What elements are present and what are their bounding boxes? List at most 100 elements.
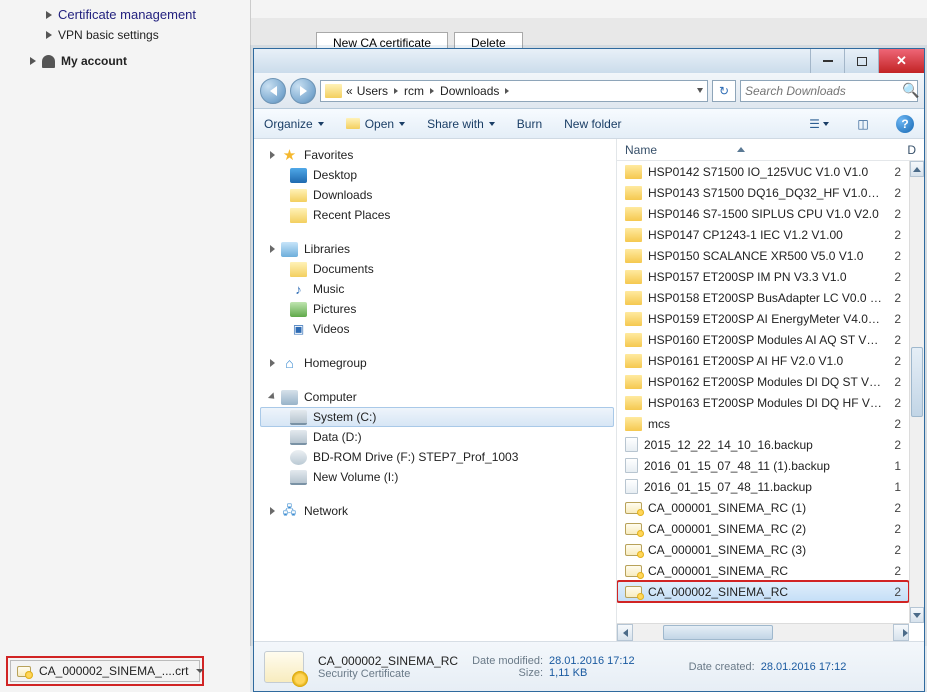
vertical-scrollbar[interactable] — [909, 161, 924, 623]
scroll-thumb[interactable] — [663, 625, 773, 640]
back-button[interactable] — [260, 78, 286, 104]
file-row[interactable]: CA_000002_SINEMA_RC2 — [617, 581, 909, 602]
file-row[interactable]: HSP0163 ET200SP Modules DI DQ HF V2....2 — [617, 392, 909, 413]
folder-icon — [625, 207, 642, 221]
file-datecol: 1 — [888, 480, 901, 494]
scroll-thumb[interactable] — [911, 347, 923, 417]
details-modified-value: 28.01.2016 17:12 — [549, 655, 635, 667]
tree-system-c[interactable]: System (C:) — [260, 407, 614, 427]
breadcrumb-segment[interactable]: Downloads — [440, 84, 499, 98]
tree-desktop[interactable]: Desktop — [260, 165, 614, 185]
file-name: CA_000001_SINEMA_RC — [648, 564, 788, 578]
breadcrumb-segment[interactable]: Users — [357, 84, 388, 98]
forward-button[interactable] — [290, 78, 316, 104]
sidebar-item-vpn[interactable]: VPN basic settings — [46, 25, 246, 45]
chevron-down-icon[interactable] — [697, 88, 703, 93]
file-row[interactable]: 2016_01_15_07_48_11.backup1 — [617, 476, 909, 497]
file-row[interactable]: HSP0162 ET200SP Modules DI DQ ST V1.1...… — [617, 371, 909, 392]
file-datecol: 2 — [888, 207, 901, 221]
taskbar-download-item[interactable]: CA_000002_SINEMA_....crt — [10, 660, 200, 682]
tree-favorites[interactable]: ★Favorites — [260, 145, 614, 165]
file-row[interactable]: HSP0143 S71500 DQ16_DQ32_HF V1.0 V1.02 — [617, 182, 909, 203]
file-datecol: 2 — [888, 186, 901, 200]
horizontal-scrollbar[interactable] — [617, 623, 909, 641]
preview-pane-button[interactable]: ◫ — [852, 114, 874, 134]
tree-videos[interactable]: ▣Videos — [260, 319, 614, 339]
tree-homegroup[interactable]: ⌂Homegroup — [260, 353, 614, 373]
file-row[interactable]: HSP0161 ET200SP AI HF V2.0 V1.02 — [617, 350, 909, 371]
close-button[interactable]: ✕ — [878, 49, 924, 73]
minimize-button[interactable] — [810, 49, 844, 73]
search-icon: 🔍 — [902, 82, 919, 99]
scroll-right-button[interactable] — [893, 624, 909, 641]
caret-right-icon — [30, 57, 36, 65]
tree-downloads[interactable]: Downloads — [260, 185, 614, 205]
tree-music[interactable]: ♪Music — [260, 279, 614, 299]
maximize-button[interactable] — [844, 49, 878, 73]
file-row[interactable]: HSP0146 S7-1500 SIPLUS CPU V1.0 V2.0 2 — [617, 203, 909, 224]
search-box[interactable]: 🔍 — [740, 80, 918, 102]
file-row[interactable]: CA_000001_SINEMA_RC (3)2 — [617, 539, 909, 560]
file-row[interactable]: HSP0159 ET200SP AI EnergyMeter V4.0 V...… — [617, 308, 909, 329]
address-breadcrumb[interactable]: « Users rcm Downloads — [320, 80, 708, 102]
column-date[interactable]: D — [907, 143, 916, 157]
organize-menu[interactable]: Organize — [264, 117, 324, 131]
tree-bdrom[interactable]: BD-ROM Drive (F:) STEP7_Prof_1003 — [260, 447, 614, 467]
certificate-icon — [264, 651, 304, 683]
folder-icon — [625, 354, 642, 368]
file-datecol: 2 — [888, 333, 901, 347]
view-options-button[interactable]: ☰ — [808, 114, 830, 134]
file-row[interactable]: 2016_01_15_07_48_11 (1).backup1 — [617, 455, 909, 476]
file-row[interactable]: CA_000001_SINEMA_RC (2)2 — [617, 518, 909, 539]
file-row[interactable]: HSP0147 CP1243-1 IEC V1.2 V1.002 — [617, 224, 909, 245]
tree-computer[interactable]: Computer — [260, 387, 614, 407]
scroll-left-button[interactable] — [617, 624, 633, 641]
details-pane: CA_000002_SINEMA_RC Security Certificate… — [254, 641, 924, 691]
tree-documents[interactable]: Documents — [260, 259, 614, 279]
file-row[interactable]: HSP0157 ET200SP IM PN V3.3 V1.02 — [617, 266, 909, 287]
tree-newvol[interactable]: New Volume (I:) — [260, 467, 614, 487]
tree-libraries[interactable]: Libraries — [260, 239, 614, 259]
file-row[interactable]: HSP0150 SCALANCE XR500 V5.0 V1.02 — [617, 245, 909, 266]
sidebar-item-label: Certificate management — [58, 7, 196, 22]
folder-icon — [625, 333, 642, 347]
computer-icon — [281, 390, 298, 405]
file-name: HSP0146 S7-1500 SIPLUS CPU V1.0 V2.0 — [648, 207, 879, 221]
refresh-button[interactable]: ↻ — [712, 80, 736, 102]
help-button[interactable]: ? — [896, 115, 914, 133]
scroll-down-button[interactable] — [910, 607, 924, 623]
search-input[interactable] — [745, 84, 902, 98]
tree-network[interactable]: 🖧Network — [260, 501, 614, 521]
sidebar-item-my-account[interactable]: My account — [30, 51, 246, 71]
chevron-right-icon — [394, 88, 398, 94]
file-datecol: 2 — [888, 396, 901, 410]
file-row[interactable]: 2015_12_22_14_10_16.backup2 — [617, 434, 909, 455]
folder-icon — [625, 228, 642, 242]
breadcrumb-segment[interactable]: rcm — [404, 84, 424, 98]
file-row[interactable]: CA_000001_SINEMA_RC2 — [617, 560, 909, 581]
sidebar-item-label: My account — [61, 54, 127, 68]
file-name: HSP0142 S71500 IO_125VUC V1.0 V1.0 — [648, 165, 868, 179]
file-row[interactable]: mcs2 — [617, 413, 909, 434]
tree-recent[interactable]: Recent Places — [260, 205, 614, 225]
drive-icon — [290, 410, 307, 425]
cert-icon — [625, 523, 642, 535]
file-row[interactable]: HSP0160 ET200SP Modules AI AQ ST V1.0...… — [617, 329, 909, 350]
file-list-header[interactable]: Name D — [617, 139, 924, 161]
open-menu[interactable]: Open — [346, 117, 405, 131]
tree-pictures[interactable]: Pictures — [260, 299, 614, 319]
sidebar-item-cert-mgmt[interactable]: Certificate management — [46, 4, 246, 25]
share-menu[interactable]: Share with — [427, 117, 495, 131]
file-row[interactable]: HSP0142 S71500 IO_125VUC V1.0 V1.02 — [617, 161, 909, 182]
file-datecol: 2 — [888, 585, 901, 599]
new-folder-button[interactable]: New folder — [564, 117, 621, 131]
folder-icon — [625, 270, 642, 284]
scroll-up-button[interactable] — [910, 161, 924, 177]
burn-button[interactable]: Burn — [517, 117, 542, 131]
file-row[interactable]: HSP0158 ET200SP BusAdapter LC V0.0 V1.02 — [617, 287, 909, 308]
column-name[interactable]: Name — [625, 143, 657, 157]
file-row[interactable]: CA_000001_SINEMA_RC (1)2 — [617, 497, 909, 518]
cert-icon — [625, 502, 642, 514]
cert-icon — [625, 565, 642, 577]
tree-data-d[interactable]: Data (D:) — [260, 427, 614, 447]
